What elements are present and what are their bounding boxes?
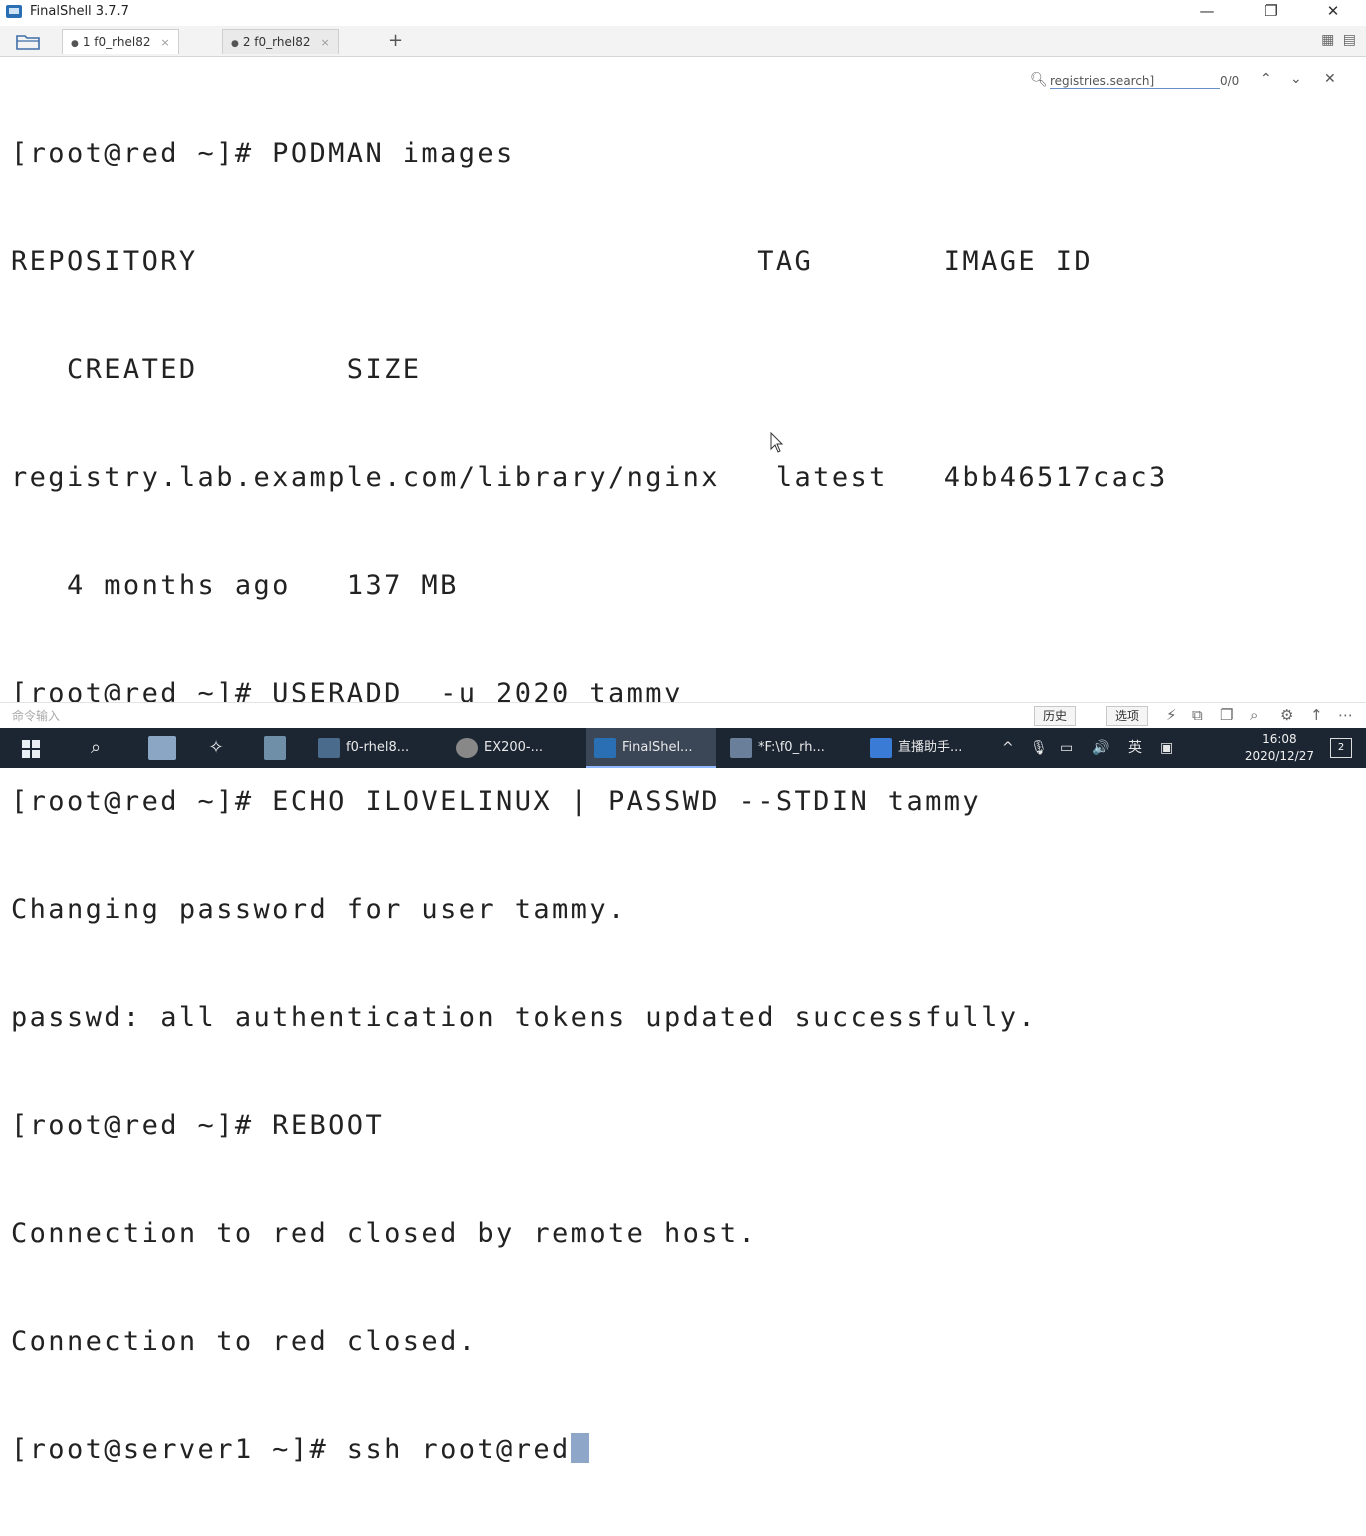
terminal-output[interactable]: [root@red ~]# PODMAN images REPOSITORY T…: [0, 62, 1366, 1465]
command-input[interactable]: 命令输入: [12, 707, 60, 724]
calculator-app-icon[interactable]: [264, 736, 286, 760]
search-icon[interactable]: ⌕: [1250, 706, 1258, 724]
taskbar-clock[interactable]: 16:08 2020/12/27: [1245, 731, 1314, 765]
maximize-button[interactable]: ❐: [1248, 0, 1294, 24]
volume-icon[interactable]: 🔊: [1092, 728, 1109, 768]
taskbar-item-label: 直播助手...: [898, 740, 963, 755]
microphone-icon[interactable]: 🎙: [1030, 728, 1048, 768]
taskbar-item-finalshell[interactable]: FinalShel...: [586, 728, 716, 768]
title-bar: FinalShell 3.7.7 — ❐ ✕: [0, 0, 1366, 24]
terminal-line: [root@red ~]# REBOOT: [11, 1110, 385, 1141]
tab-label: 2 f0_rhel82: [242, 35, 311, 49]
copy-icon[interactable]: ⧉: [1192, 706, 1203, 724]
paste-icon[interactable]: ❐: [1220, 706, 1233, 724]
search-prev-icon[interactable]: ⌃: [1260, 71, 1272, 87]
clock-date: 2020/12/27: [1244, 749, 1314, 763]
tray-chevron-icon[interactable]: ^: [1002, 728, 1014, 768]
terminal-line: 4 months ago 137 MB: [11, 570, 459, 601]
scroll-top-icon[interactable]: ↑: [1310, 706, 1323, 724]
session-status-dot-icon: ●: [71, 39, 79, 49]
input-method-indicator[interactable]: 英: [1128, 728, 1142, 768]
terminal-line: passwd: all authentication tokens update…: [11, 1002, 1038, 1033]
tab-close-icon[interactable]: ×: [160, 36, 169, 49]
add-tab-icon[interactable]: +: [388, 30, 403, 51]
tab-label: 1 f0_rhel82: [82, 35, 151, 49]
more-icon[interactable]: ⋯: [1338, 706, 1353, 724]
terminal-line: Changing password for user tammy.: [11, 894, 627, 925]
finalshell-app-icon: [6, 5, 22, 18]
session-status-dot-icon: ●: [231, 39, 239, 49]
windows-start-icon[interactable]: [22, 740, 40, 758]
terminal-line: [root@red ~]# ECHO ILOVELINUX | PASSWD -…: [11, 786, 982, 817]
notification-center-icon[interactable]: 2: [1330, 738, 1352, 758]
minimize-button[interactable]: —: [1184, 0, 1230, 24]
search-icon: 🔍︎: [1030, 72, 1048, 88]
layout-toggle-icons[interactable]: ▦ ▤: [1321, 32, 1358, 48]
terminal-search-bar: 🔍︎ registries.search] 0/0 ⌃ ⌄ ✕: [1030, 70, 1348, 94]
live-assistant-icon: [870, 737, 892, 758]
gear-icon[interactable]: ⚙: [1280, 706, 1293, 724]
command-input-bar: 命令输入 历史 选项 ⚡ ⧉ ❐ ⌕ ⚙ ↑ ⋯: [0, 702, 1366, 727]
session-tab-bar: ● 1 f0_rhel82 × ● 2 f0_rhel82 × + ▦ ▤: [0, 26, 1366, 57]
search-next-icon[interactable]: ⌄: [1290, 71, 1302, 87]
terminal-line: [root@server1 ~]# ssh root@red: [11, 1434, 571, 1465]
terminal-line: REPOSITORY TAG IMAGE ID: [11, 246, 1094, 277]
text-editor-icon: [730, 737, 752, 758]
taskbar-item-ex200[interactable]: EX200-...: [452, 728, 580, 768]
tab-close-icon[interactable]: ×: [320, 36, 329, 49]
windows-taskbar: ⌕ ✧ f0-rhel8... EX200-... FinalShel... *…: [0, 728, 1366, 768]
feather-app-icon[interactable]: ✧: [204, 736, 228, 760]
folder-open-icon[interactable]: [14, 32, 44, 52]
search-close-icon[interactable]: ✕: [1324, 71, 1336, 87]
taskbar-item-editor[interactable]: *F:\f0_rh...: [724, 728, 860, 768]
taskbar-item-label: f0-rhel8...: [346, 740, 410, 755]
terminal-line: registry.lab.example.com/library/nginx l…: [11, 462, 1168, 493]
terminal-line: [root@red ~]# PODMAN images: [11, 138, 515, 169]
terminal-cursor: [570, 1433, 589, 1463]
history-button[interactable]: 历史: [1034, 706, 1077, 726]
taskbar-item-label: EX200-...: [484, 740, 544, 755]
network-icon[interactable]: ▭: [1060, 728, 1073, 768]
vm-window-icon: [318, 737, 340, 758]
desktop-app-icon[interactable]: [148, 736, 176, 760]
finalshell-app-icon: [594, 737, 616, 758]
tab-session-1[interactable]: ● 1 f0_rhel82 ×: [62, 29, 179, 54]
close-button[interactable]: ✕: [1310, 0, 1356, 24]
taskbar-item-label: FinalShel...: [622, 740, 693, 755]
terminal-prompt-line: [root@server1 ~]# ssh root@red: [11, 1432, 1168, 1468]
search-match-count: 0/0: [1220, 74, 1240, 88]
search-input[interactable]: registries.search]: [1050, 74, 1220, 89]
options-button[interactable]: 选项: [1106, 706, 1149, 726]
lightning-icon[interactable]: ⚡: [1166, 706, 1177, 724]
taskbar-item-live-assistant[interactable]: 直播助手...: [864, 728, 994, 768]
browser-icon: [456, 737, 478, 758]
terminal-line: CREATED SIZE: [11, 354, 422, 385]
tab-session-2[interactable]: ● 2 f0_rhel82 ×: [222, 29, 339, 54]
terminal-line: Connection to red closed by remote host.: [11, 1218, 758, 1249]
terminal-text: [root@red ~]# PODMAN images REPOSITORY T…: [11, 64, 1168, 1536]
terminal-line: Connection to red closed.: [11, 1326, 478, 1357]
mouse-pointer-icon: [770, 432, 784, 453]
search-icon[interactable]: ⌕: [84, 736, 108, 760]
window-title: FinalShell 3.7.7: [30, 4, 129, 19]
chat-app-icon[interactable]: ▣: [1160, 728, 1173, 768]
taskbar-item-f0-rhel8[interactable]: f0-rhel8...: [314, 728, 440, 768]
clock-time: 16:08: [1262, 732, 1297, 746]
taskbar-item-label: *F:\f0_rh...: [758, 740, 825, 755]
